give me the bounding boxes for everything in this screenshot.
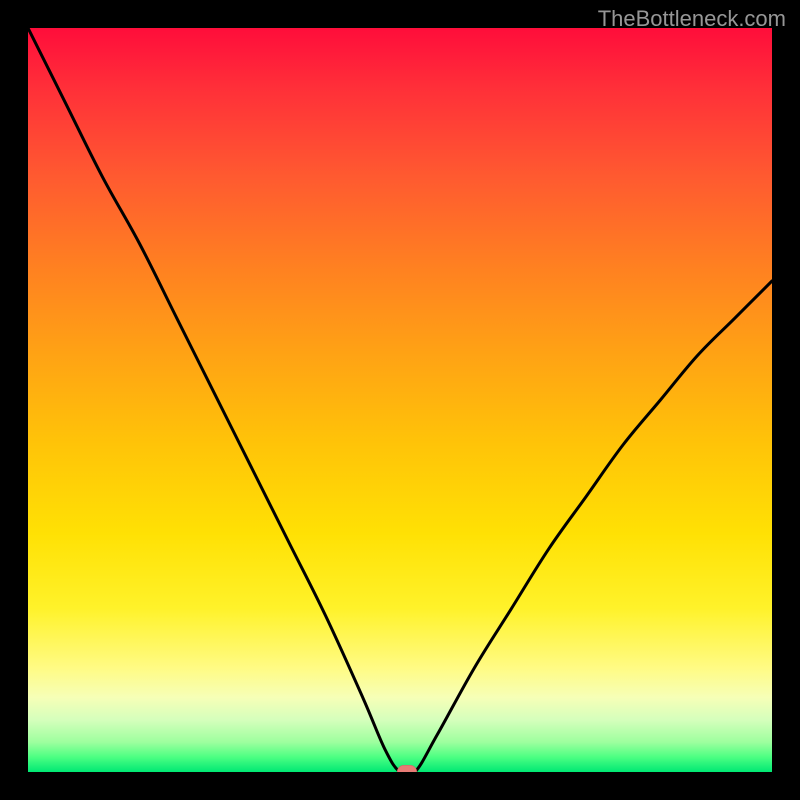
bottleneck-curve xyxy=(28,28,772,772)
watermark-text: TheBottleneck.com xyxy=(598,6,786,32)
optimal-marker xyxy=(397,765,417,772)
chart-frame: TheBottleneck.com xyxy=(0,0,800,800)
plot-area xyxy=(28,28,772,772)
